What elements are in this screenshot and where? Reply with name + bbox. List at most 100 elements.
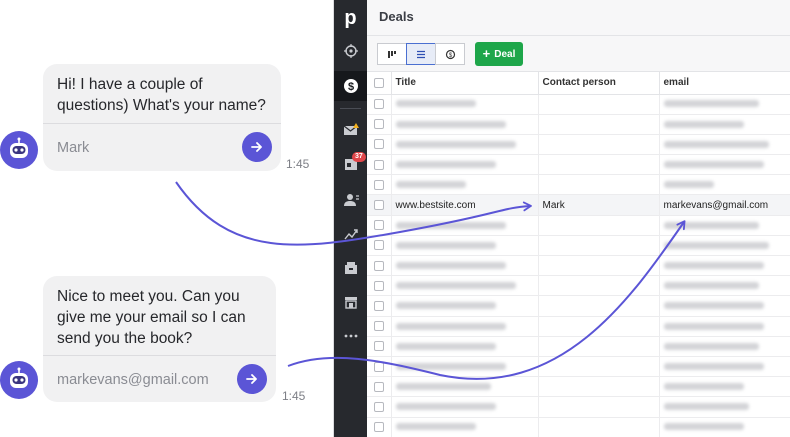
- row-checkbox[interactable]: [374, 99, 384, 110]
- row-checkbox[interactable]: [374, 179, 384, 190]
- dollar-icon[interactable]: $: [334, 71, 367, 101]
- email-cell[interactable]: [659, 94, 790, 115]
- table-row[interactable]: [367, 316, 790, 337]
- row-select-cell[interactable]: [367, 114, 392, 135]
- table-row[interactable]: [367, 255, 790, 277]
- row-select-cell[interactable]: [367, 275, 392, 297]
- table-row[interactable]: [367, 154, 790, 176]
- column-header-title[interactable]: Title: [391, 72, 539, 95]
- email-cell[interactable]: [659, 356, 790, 378]
- row-checkbox[interactable]: [374, 280, 384, 291]
- row-select-cell[interactable]: [367, 356, 392, 378]
- email-cell[interactable]: [659, 255, 790, 277]
- email-cell[interactable]: [659, 417, 790, 437]
- row-checkbox[interactable]: [374, 220, 384, 231]
- table-row[interactable]: [367, 295, 790, 317]
- deal-title-cell[interactable]: [391, 356, 539, 378]
- contact-person-cell[interactable]: [538, 316, 660, 337]
- email-cell[interactable]: [659, 235, 790, 257]
- contact-person-cell[interactable]: [538, 235, 660, 257]
- row-select-cell[interactable]: [367, 295, 392, 317]
- table-row[interactable]: [367, 174, 790, 196]
- add-deal-button[interactable]: + Deal: [475, 42, 523, 66]
- app-logo[interactable]: p: [334, 0, 367, 36]
- deal-title-cell[interactable]: [391, 275, 539, 297]
- deal-title-cell[interactable]: [391, 215, 539, 236]
- row-select-cell[interactable]: [367, 417, 392, 437]
- row-checkbox[interactable]: [374, 159, 384, 170]
- email-cell[interactable]: [659, 295, 790, 317]
- deal-title-cell[interactable]: www.bestsite.com: [391, 194, 539, 216]
- row-select-cell[interactable]: [367, 174, 392, 196]
- table-row[interactable]: [367, 396, 790, 418]
- send-button[interactable]: [242, 132, 272, 162]
- deal-title-cell[interactable]: [391, 154, 539, 176]
- row-select-cell[interactable]: [367, 134, 392, 156]
- table-row[interactable]: [367, 376, 790, 398]
- contact-person-cell[interactable]: [538, 94, 660, 115]
- row-checkbox[interactable]: [374, 200, 384, 211]
- deal-title-cell[interactable]: [391, 235, 539, 257]
- row-select-cell[interactable]: [367, 255, 392, 277]
- row-checkbox[interactable]: [374, 321, 384, 332]
- column-header-email[interactable]: email: [659, 72, 790, 95]
- contact-person-cell[interactable]: Mark: [538, 194, 660, 216]
- contact-person-cell[interactable]: [538, 215, 660, 236]
- row-select-cell[interactable]: [367, 94, 392, 115]
- deal-title-cell[interactable]: [391, 376, 539, 398]
- column-header-contact[interactable]: Contact person: [538, 72, 660, 95]
- pipeline-view-button[interactable]: [377, 43, 407, 65]
- email-cell[interactable]: [659, 154, 790, 176]
- target-icon[interactable]: [334, 39, 367, 63]
- email-cell[interactable]: [659, 275, 790, 297]
- row-checkbox[interactable]: [374, 119, 384, 130]
- email-cell[interactable]: [659, 114, 790, 135]
- row-checkbox[interactable]: [374, 260, 384, 271]
- send-button[interactable]: [237, 364, 267, 394]
- row-checkbox[interactable]: [374, 361, 384, 372]
- row-select-cell[interactable]: [367, 396, 392, 418]
- deal-title-cell[interactable]: [391, 316, 539, 337]
- deal-title-cell[interactable]: [391, 174, 539, 196]
- table-row[interactable]: [367, 134, 790, 156]
- contact-person-cell[interactable]: [538, 336, 660, 357]
- name-input[interactable]: Mark: [57, 124, 227, 171]
- table-row[interactable]: [367, 114, 790, 135]
- row-checkbox[interactable]: [374, 300, 384, 311]
- select-all-checkbox[interactable]: [374, 77, 384, 88]
- email-cell[interactable]: [659, 376, 790, 398]
- email-cell[interactable]: [659, 215, 790, 236]
- table-row[interactable]: [367, 94, 790, 115]
- contact-person-cell[interactable]: [538, 376, 660, 398]
- row-checkbox[interactable]: [374, 341, 384, 352]
- contact-person-cell[interactable]: [538, 356, 660, 378]
- contact-person-cell[interactable]: [538, 154, 660, 176]
- row-select-cell[interactable]: [367, 154, 392, 176]
- deal-title-cell[interactable]: [391, 336, 539, 357]
- row-checkbox[interactable]: [374, 422, 384, 433]
- contact-person-cell[interactable]: [538, 114, 660, 135]
- table-row[interactable]: [367, 215, 790, 236]
- list-view-button[interactable]: [406, 43, 436, 65]
- select-all-header[interactable]: [367, 72, 392, 95]
- table-row[interactable]: [367, 336, 790, 357]
- deal-title-cell[interactable]: [391, 396, 539, 418]
- table-row[interactable]: [367, 417, 790, 437]
- contact-person-cell[interactable]: [538, 275, 660, 297]
- contact-person-cell[interactable]: [538, 417, 660, 437]
- row-checkbox[interactable]: [374, 401, 384, 412]
- forecast-view-button[interactable]: $: [435, 43, 465, 65]
- deal-title-cell[interactable]: [391, 94, 539, 115]
- contact-person-cell[interactable]: [538, 396, 660, 418]
- contact-person-cell[interactable]: [538, 255, 660, 277]
- deal-title-cell[interactable]: [391, 417, 539, 437]
- row-checkbox[interactable]: [374, 381, 384, 392]
- row-select-cell[interactable]: [367, 235, 392, 257]
- deal-title-cell[interactable]: [391, 255, 539, 277]
- email-cell[interactable]: [659, 336, 790, 357]
- row-select-cell[interactable]: [367, 336, 392, 357]
- trending-icon[interactable]: [334, 222, 367, 246]
- contact-person-cell[interactable]: [538, 134, 660, 156]
- contacts-icon[interactable]: [334, 188, 367, 212]
- email-input[interactable]: markevans@gmail.com: [57, 356, 227, 402]
